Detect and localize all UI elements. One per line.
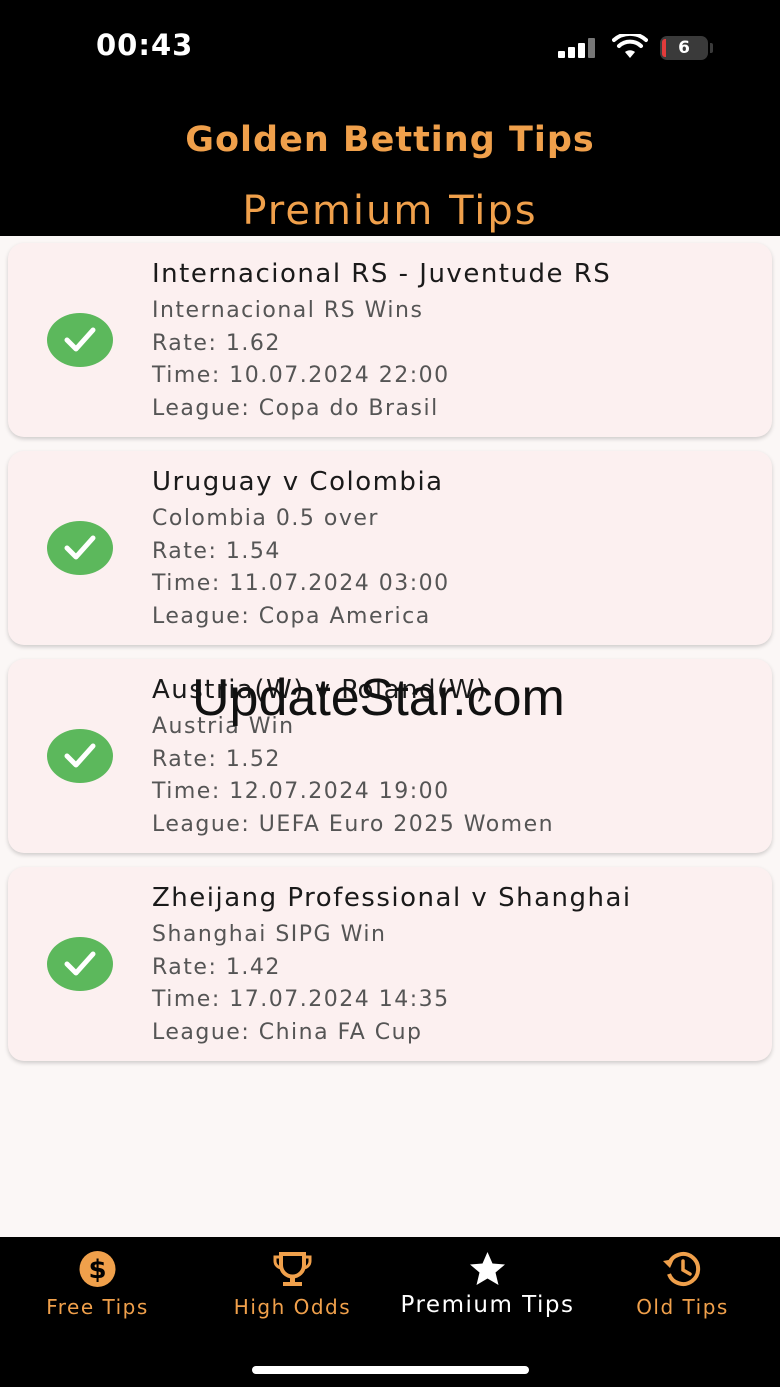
- star-icon: [470, 1252, 505, 1285]
- tip-card[interactable]: Zheijang Professional v Shanghai Shangha…: [8, 867, 772, 1061]
- tip-time: Time: 11.07.2024 03:00: [152, 571, 450, 596]
- status-bar: 00:43 6: [0, 0, 780, 95]
- check-icon: [47, 729, 113, 783]
- dollar-icon: $: [79, 1251, 116, 1287]
- tab-label: Old Tips: [636, 1295, 729, 1319]
- check-icon: [47, 313, 113, 367]
- tab-premium-tips[interactable]: Premium Tips: [390, 1237, 585, 1337]
- watermark: UpdateStar.com: [192, 669, 565, 727]
- tip-league: League: China FA Cup: [152, 1020, 423, 1045]
- tab-bar: $ Free Tips High Odds Premium Tips Old T…: [0, 1237, 780, 1387]
- tab-high-odds[interactable]: High Odds: [195, 1237, 390, 1337]
- tip-match: Internacional RS - Juventude RS: [152, 259, 612, 289]
- tab-label: Free Tips: [46, 1295, 149, 1319]
- tip-time: Time: 17.07.2024 14:35: [152, 987, 450, 1012]
- app-header: Golden Betting Tips Premium Tips: [0, 95, 780, 236]
- wifi-icon: [612, 34, 648, 58]
- tip-league: League: Copa do Brasil: [152, 396, 439, 421]
- tip-rate: Rate: 1.54: [152, 539, 281, 564]
- tip-match: Zheijang Professional v Shanghai: [152, 883, 632, 913]
- tip-rate: Rate: 1.62: [152, 331, 281, 356]
- tab-free-tips[interactable]: $ Free Tips: [0, 1237, 195, 1337]
- tab-label: Premium Tips: [400, 1292, 575, 1318]
- app-title: Golden Betting Tips: [185, 120, 595, 160]
- tip-time: Time: 10.07.2024 22:00: [152, 363, 450, 388]
- svg-text:$: $: [88, 1255, 106, 1285]
- tip-prediction: Shanghai SIPG Win: [152, 922, 387, 947]
- tips-list: Internacional RS - Juventude RS Internac…: [8, 243, 772, 1075]
- tip-prediction: Colombia 0.5 over: [152, 506, 379, 531]
- status-time: 00:43: [96, 28, 194, 62]
- tab-old-tips[interactable]: Old Tips: [585, 1237, 780, 1337]
- page-title: Premium Tips: [242, 188, 538, 234]
- tip-time: Time: 12.07.2024 19:00: [152, 779, 450, 804]
- battery-icon: 6: [660, 36, 708, 60]
- tab-label: High Odds: [233, 1295, 352, 1319]
- tip-card[interactable]: Internacional RS - Juventude RS Internac…: [8, 243, 772, 437]
- tip-rate: Rate: 1.42: [152, 955, 281, 980]
- history-icon: [663, 1252, 701, 1286]
- home-indicator[interactable]: [252, 1366, 529, 1374]
- tip-match: Uruguay v Colombia: [152, 467, 444, 497]
- battery-nub: [710, 43, 713, 53]
- tip-prediction: Internacional RS Wins: [152, 298, 424, 323]
- tip-league: League: Copa America: [152, 604, 431, 629]
- tip-rate: Rate: 1.52: [152, 747, 281, 772]
- check-icon: [47, 521, 113, 575]
- tip-league: League: UEFA Euro 2025 Women: [152, 812, 555, 837]
- trophy-icon: [273, 1252, 312, 1286]
- check-icon: [47, 937, 113, 991]
- tip-card[interactable]: Uruguay v Colombia Colombia 0.5 over Rat…: [8, 451, 772, 645]
- cellular-signal-icon: [558, 38, 598, 58]
